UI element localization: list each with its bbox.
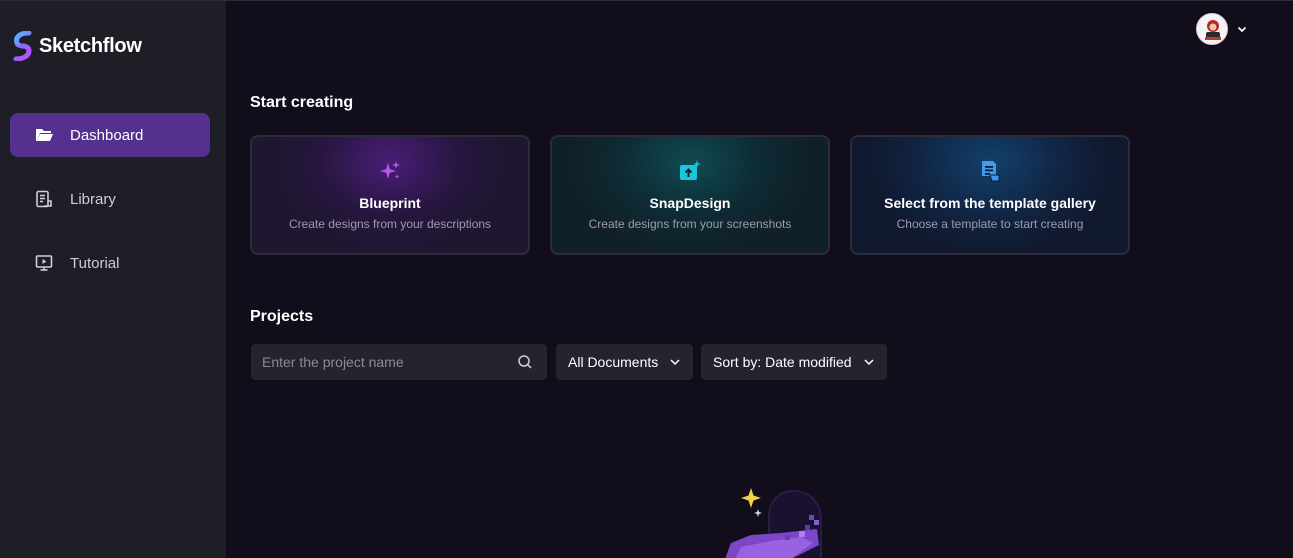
sort-selected-value: Sort by: Date modified [713, 354, 852, 370]
app-name: Sketchflow [39, 34, 142, 57]
filter-selected-value: All Documents [568, 354, 659, 370]
card-title: SnapDesign [649, 195, 731, 211]
library-icon [36, 190, 52, 208]
blueprint-card[interactable]: Blueprint Create designs from your descr… [250, 135, 530, 255]
start-creating-title: Start creating [250, 94, 354, 111]
card-title: Blueprint [359, 195, 421, 211]
sidebar-item-label: Tutorial [70, 255, 120, 272]
sidebar-item-label: Dashboard [70, 127, 144, 144]
user-avatar[interactable] [1196, 13, 1228, 45]
image-upload-icon [680, 160, 701, 180]
sort-dropdown[interactable]: Sort by: Date modified [701, 344, 887, 380]
sketchflow-logo-icon [13, 31, 32, 61]
search-icon[interactable] [517, 354, 533, 370]
sidebar-item-dashboard[interactable]: Dashboard [10, 113, 210, 157]
sidebar-item-label: Library [70, 191, 116, 208]
chevron-down-icon [864, 359, 874, 366]
document-filter-dropdown[interactable]: All Documents [556, 344, 693, 380]
card-title: Select from the template gallery [884, 195, 1096, 211]
search-input[interactable] [251, 345, 501, 379]
app-logo[interactable]: Sketchflow [12, 31, 142, 61]
folder-open-icon [36, 129, 53, 141]
app-window: Sketchflow Dashboard Library Tutorial St… [0, 0, 1293, 558]
document-template-icon [982, 161, 1000, 182]
template-gallery-card[interactable]: Select from the template gallery Choose … [850, 135, 1130, 255]
empty-state-illustration [725, 488, 822, 558]
card-description: Create designs from your screenshots [588, 217, 792, 231]
account-menu[interactable] [1196, 13, 1248, 45]
sidebar-item-library[interactable]: Library [10, 177, 210, 221]
sidebar: Sketchflow Dashboard Library Tutorial [0, 1, 226, 558]
card-description: Choose a template to start creating [896, 217, 1084, 231]
project-search[interactable] [251, 344, 547, 380]
monitor-play-icon [35, 255, 53, 271]
projects-title: Projects [250, 308, 314, 325]
sparkles-icon [380, 161, 400, 179]
card-description: Create designs from your descriptions [288, 217, 492, 231]
sidebar-item-tutorial[interactable]: Tutorial [10, 241, 210, 285]
avatar-image [1205, 20, 1221, 40]
main-content: Start creating Blueprint Create designs … [226, 1, 1293, 558]
snapdesign-card[interactable]: SnapDesign Create designs from your scre… [550, 135, 830, 255]
chevron-down-icon [670, 359, 680, 366]
chevron-down-icon [1237, 26, 1247, 33]
